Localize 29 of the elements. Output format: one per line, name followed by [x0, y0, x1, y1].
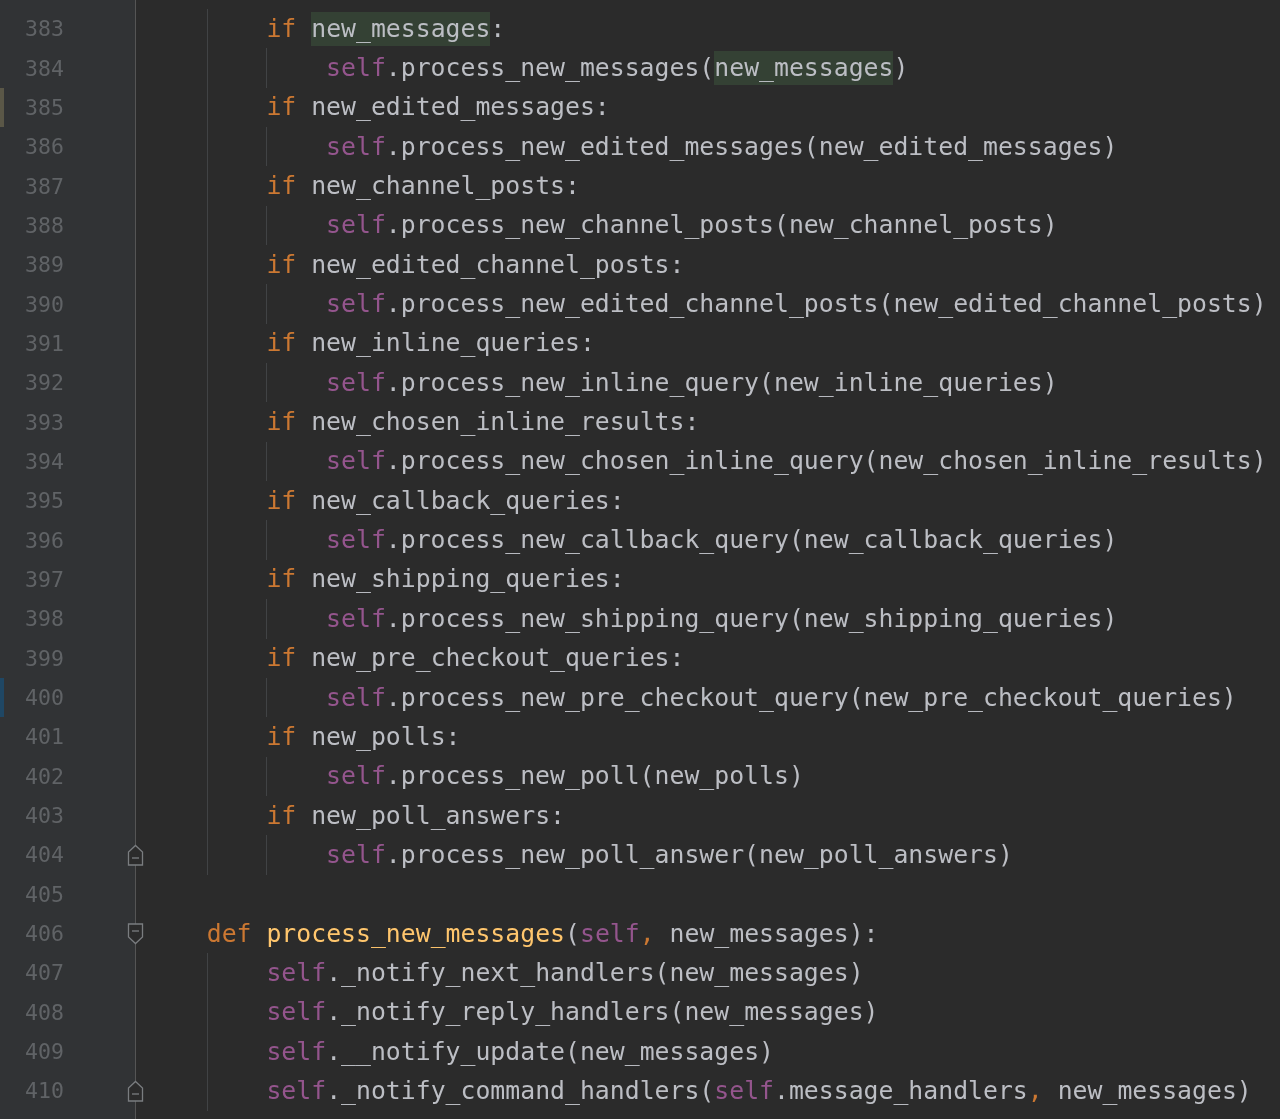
code-line: self.process_new_pre_checkout_query(new_pre_checkout_queries) [326, 681, 1237, 714]
code-line: self.process_new_edited_messages(new_edited_messages) [326, 130, 1118, 163]
code-line: if new_edited_messages: [266, 91, 610, 124]
code-line: self._notify_reply_handlers(new_messages) [266, 996, 879, 1029]
code-line: if new_pre_checkout_queries: [266, 642, 685, 675]
code-line: self.process_new_shipping_query(new_shipping_queries) [326, 602, 1118, 635]
code-line: def process_new_messages(self, new_messages): [206, 917, 879, 950]
code-line: self.process_new_messages(new_messages) [326, 48, 909, 88]
code-line: self.process_new_inline_query(new_inline_queries) [326, 366, 1058, 399]
fold-end-icon[interactable] [127, 844, 144, 867]
code-line: self.process_new_edited_channel_posts(new_edited_channel_posts) [326, 288, 1267, 321]
code-line: if new_callback_queries: [266, 484, 625, 517]
code-line: self.process_new_poll_answer(new_poll_answers) [326, 838, 1013, 871]
code-line: if new_chosen_inline_results: [266, 406, 700, 439]
code-line: if new_poll_answers: [266, 799, 565, 832]
code-line: self.process_new_channel_posts(new_channel_posts) [326, 209, 1058, 242]
code-line: if new_shipping_queries: [266, 563, 625, 596]
code-line: if new_inline_queries: [266, 327, 595, 360]
code-line: self._notify_command_handlers(self.message_handlers, new_messages) [266, 1074, 1252, 1107]
code-line: if new_edited_channel_posts: [266, 248, 685, 281]
code-line: self.process_new_chosen_inline_query(new_chosen_inline_results) [326, 445, 1267, 478]
code-line: self.__notify_update(new_messages) [266, 1035, 774, 1068]
fold-end-icon[interactable] [127, 1080, 144, 1103]
code-line: self._notify_next_handlers(new_messages) [266, 956, 864, 989]
fold-start-icon[interactable] [127, 922, 144, 945]
code-line: self.process_new_poll(new_polls) [326, 760, 804, 793]
code-line: if new_polls: [266, 720, 461, 753]
code-line: if new_channel_posts: [266, 170, 580, 203]
code-line: self.process_new_callback_query(new_callback_queries) [326, 524, 1118, 557]
